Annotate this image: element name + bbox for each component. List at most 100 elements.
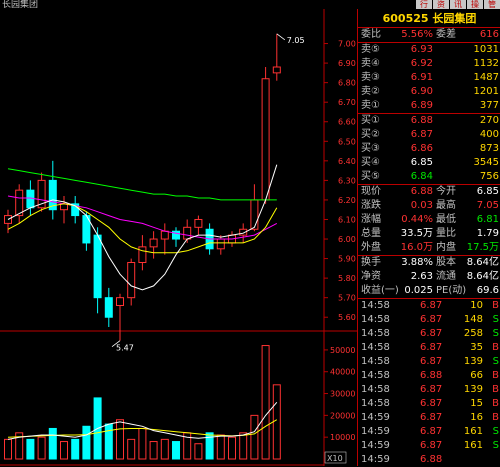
volume-bar — [138, 427, 147, 460]
price-tick-label: 6.20 — [338, 196, 356, 205]
buy-order-volume: 3545 — [473, 157, 499, 168]
sell-order-book: 卖⑤ 6.93 1031 卖④ 6.92 1132 卖③ 6.91 1487 卖② 6.90 1201… — [358, 42, 500, 113]
toolbar-tabs: 行 资 讯 操 管 — [415, 0, 500, 9]
tick-price: 6.87 — [420, 440, 443, 451]
sell-order-volume: 1487 — [473, 72, 499, 83]
price-tick-label: 5.70 — [338, 294, 356, 303]
price-tick-label: 6.90 — [338, 59, 356, 68]
buy-order-row[interactable]: 买④ 6.85 3545 — [358, 156, 500, 170]
volume-bar — [116, 419, 124, 460]
tick-side: B — [492, 342, 499, 353]
tick-time: 14:58 — [361, 398, 390, 409]
buy-order-label: 买② — [361, 129, 380, 140]
volume-bar — [194, 443, 203, 460]
volume-unit-label: X10 — [327, 454, 343, 463]
quote-label: 涨幅 — [361, 214, 381, 225]
sell-order-row[interactable]: 卖① 6.89 377 — [358, 99, 500, 113]
toolbar-tab-4[interactable]: 操 — [467, 0, 483, 9]
volume-bar — [272, 384, 281, 460]
tick-list[interactable]: 14:58 6.87 10 B 14:58 6.87 148 S 14:58 6.87 258 S 14… — [358, 298, 500, 467]
quote-row: 净资 2.63 流通 8.64亿 — [358, 270, 500, 284]
volume-bar — [60, 441, 68, 460]
candle-body — [138, 246, 147, 263]
candle-body — [216, 238, 225, 250]
tick-price: 6.88 — [420, 454, 443, 465]
volume-bar — [160, 438, 169, 460]
volume-bar — [82, 425, 91, 460]
tick-row: 14:58 6.87 148 S — [358, 313, 500, 327]
tick-row: 14:58 6.87 258 S — [358, 327, 500, 341]
sell-order-label: 卖③ — [361, 72, 380, 83]
candle-body — [93, 234, 102, 299]
low-annotation: 5.47 — [116, 344, 134, 353]
buy-order-label: 买⑤ — [361, 171, 380, 182]
tick-price: 6.87 — [420, 314, 443, 325]
tick-volume: 161 — [463, 440, 483, 451]
tick-row: 14:58 6.88 66 B — [358, 369, 500, 383]
volume-tick-label: 20000 — [330, 411, 355, 420]
sell-order-price: 6.92 — [410, 58, 433, 69]
high-annotation: 7.05 — [287, 36, 305, 45]
buy-order-label: 买④ — [361, 157, 380, 168]
price-tick-label: 6.40 — [338, 157, 356, 166]
tick-row: 14:58 6.87 139 B — [358, 383, 500, 397]
wei-bi-row: 委比 5.56% 委差 616 — [358, 28, 500, 42]
toolbar-tab-2[interactable]: 资 — [433, 0, 449, 9]
quote-value: 0.03 — [410, 200, 433, 211]
tick-price: 6.87 — [420, 328, 443, 339]
quote-row: 涨跌 0.03 最高 7.05 — [358, 199, 500, 213]
tick-volume: 139 — [463, 356, 483, 367]
tick-side: B — [492, 412, 499, 423]
sell-order-row[interactable]: 卖④ 6.92 1132 — [358, 57, 500, 71]
tick-side: S — [492, 328, 499, 339]
tick-side: B — [492, 370, 499, 381]
buy-order-row[interactable]: 买① 6.88 270 — [358, 114, 500, 128]
sell-order-label: 卖④ — [361, 58, 380, 69]
price-tick-label: 5.60 — [338, 313, 356, 322]
quote-label: 流通 — [436, 271, 456, 282]
sell-order-row[interactable]: 卖⑤ 6.93 1031 — [358, 43, 500, 57]
sell-order-volume: 377 — [479, 100, 499, 111]
tick-time: 14:59 — [361, 412, 390, 423]
high-pointer — [276, 33, 286, 41]
candle-body — [183, 226, 192, 240]
quote-value: 33.5万 — [400, 228, 433, 239]
sell-order-row[interactable]: 卖② 6.90 1201 — [358, 85, 500, 99]
price-tick-label: 5.80 — [338, 274, 356, 283]
sell-order-label: 卖⑤ — [361, 44, 380, 55]
toolbar-tab-5[interactable]: 管 — [484, 0, 500, 9]
candle-body — [250, 199, 259, 230]
tick-price: 6.88 — [420, 370, 443, 381]
quote-value: 8.64亿 — [466, 257, 499, 268]
volume-bar — [71, 438, 80, 460]
kline-chart[interactable]: 7.00 6.90 6.80 6.70 6.60 6.50 6.40 6.30 6.20 6.10… — [0, 9, 357, 466]
candle-body — [116, 297, 124, 306]
price-tick-label: 6.60 — [338, 118, 356, 127]
quote-value: 0.025 — [404, 285, 433, 296]
candle-body — [194, 218, 203, 228]
buy-order-price: 6.88 — [410, 115, 433, 126]
sell-order-row[interactable]: 卖③ 6.91 1487 — [358, 71, 500, 85]
buy-order-row[interactable]: 买③ 6.86 873 — [358, 142, 500, 156]
volume-bar — [250, 414, 259, 460]
buy-order-price: 6.86 — [410, 143, 433, 154]
tick-row: 14:58 6.87 139 S — [358, 355, 500, 369]
tick-time: 14:58 — [361, 342, 390, 353]
tick-side: S — [492, 426, 499, 437]
buy-order-row[interactable]: 买② 6.87 400 — [358, 128, 500, 142]
wei-bi-value: 5.56% — [401, 29, 433, 40]
quote-label: 外盘 — [361, 242, 381, 253]
quote-value: 1.79 — [476, 228, 499, 239]
tick-row: 14:58 6.87 15 B — [358, 397, 500, 411]
buy-order-volume: 873 — [479, 143, 499, 154]
quote-label: 最低 — [436, 214, 456, 225]
buy-order-price: 6.85 — [410, 157, 433, 168]
toolbar-tab-1[interactable]: 行 — [416, 0, 432, 9]
buy-order-row[interactable]: 买⑤ 6.84 756 — [358, 170, 500, 184]
tick-volume: 139 — [463, 384, 483, 395]
wei-cha-label: 委差 — [436, 29, 456, 40]
toolbar-tab-3[interactable]: 讯 — [450, 0, 466, 9]
volume-tick-label: 30000 — [330, 390, 355, 399]
tick-price: 6.87 — [420, 412, 443, 423]
tick-side: B — [492, 300, 499, 311]
